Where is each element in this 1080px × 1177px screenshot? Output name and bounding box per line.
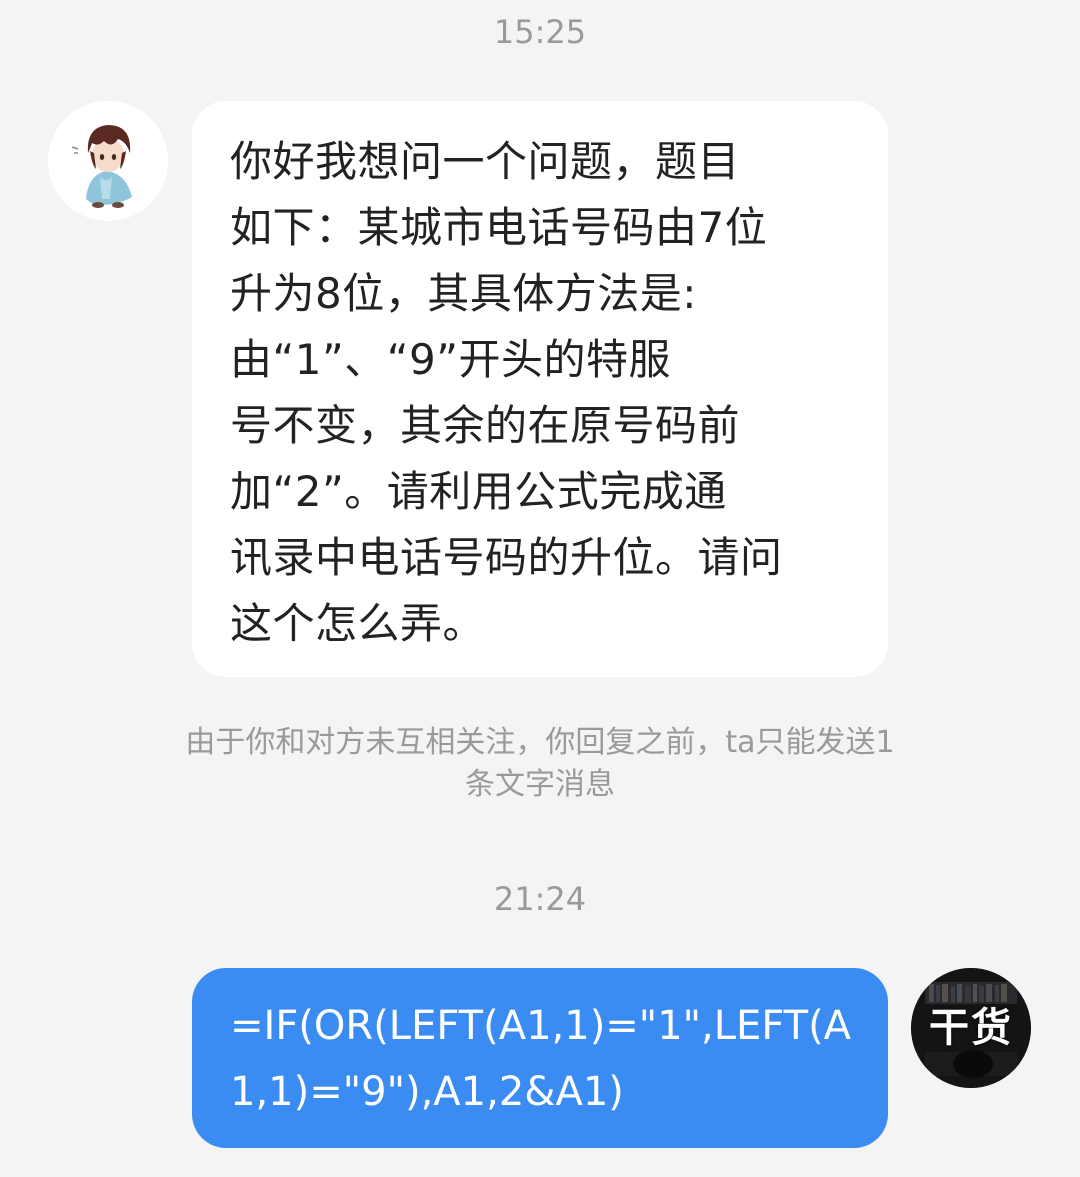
user-avatar[interactable]: 干货 bbox=[911, 968, 1031, 1088]
outgoing-message-text: =IF(OR(LEFT(A1,1)="1",LEFT(A 1,1)="9"),A… bbox=[230, 1003, 852, 1115]
incoming-message-bubble[interactable]: 你好我想问一个问题，题目 如下：某城市电话号码由7位 升为8位，其具体方法是: … bbox=[192, 101, 888, 677]
timestamp: 21:24 bbox=[493, 880, 587, 918]
anime-character-icon bbox=[48, 101, 168, 221]
incoming-message-text: 你好我想问一个问题，题目 如下：某城市电话号码由7位 升为8位，其具体方法是: … bbox=[230, 137, 783, 648]
avatar-caption: 干货 bbox=[929, 1005, 1013, 1051]
system-notice: 由于你和对方未互相关注，你回复之前，ta只能发送1 条文字消息 bbox=[185, 725, 895, 802]
outgoing-message-bubble[interactable]: =IF(OR(LEFT(A1,1)="1",LEFT(A 1,1)="9"),A… bbox=[192, 968, 888, 1148]
timestamp: 15:25 bbox=[493, 13, 587, 51]
contact-avatar[interactable] bbox=[48, 101, 168, 221]
